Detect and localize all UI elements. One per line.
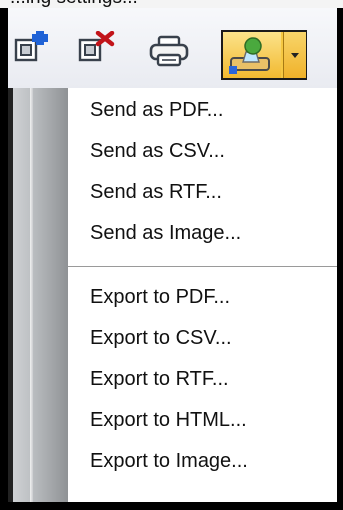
chevron-down-icon xyxy=(291,52,299,58)
menu-gutter xyxy=(8,88,68,502)
menu-separator xyxy=(68,266,337,268)
menu-item-export-pdf[interactable]: Export to PDF... xyxy=(68,278,337,316)
caption-text: ...ing settings... xyxy=(10,0,138,8)
menu-item-send-image[interactable]: Send as Image... xyxy=(68,214,337,252)
menu-left-border xyxy=(8,88,13,502)
menu-item-export-image[interactable]: Export to Image... xyxy=(68,442,337,480)
add-icon xyxy=(14,31,48,62)
send-export-split-button[interactable] xyxy=(221,30,307,80)
window-caption: ...ing settings... xyxy=(0,0,343,8)
toolbar xyxy=(8,8,337,88)
remove-button[interactable] xyxy=(76,31,116,65)
send-export-icon xyxy=(229,37,270,74)
menu-item-export-csv[interactable]: Export to CSV... xyxy=(68,319,337,357)
menu-item-send-csv[interactable]: Send as CSV... xyxy=(68,132,337,170)
remove-icon xyxy=(78,31,115,62)
menu-item-send-rtf[interactable]: Send as RTF... xyxy=(68,173,337,211)
add-button[interactable] xyxy=(12,31,52,65)
send-export-button[interactable] xyxy=(223,32,281,78)
menu-item-send-pdf[interactable]: Send as PDF... xyxy=(68,91,337,129)
export-dropdown-menu: Send as PDF... Send as CSV... Send as RT… xyxy=(8,88,337,502)
print-button[interactable] xyxy=(148,35,190,69)
menu-item-export-html[interactable]: Export to HTML... xyxy=(68,401,337,439)
send-export-dropdown-button[interactable] xyxy=(283,32,306,78)
menu-item-export-rtf[interactable]: Export to RTF... xyxy=(68,360,337,398)
menu-gutter-edge xyxy=(30,88,33,502)
printer-icon xyxy=(149,35,189,67)
